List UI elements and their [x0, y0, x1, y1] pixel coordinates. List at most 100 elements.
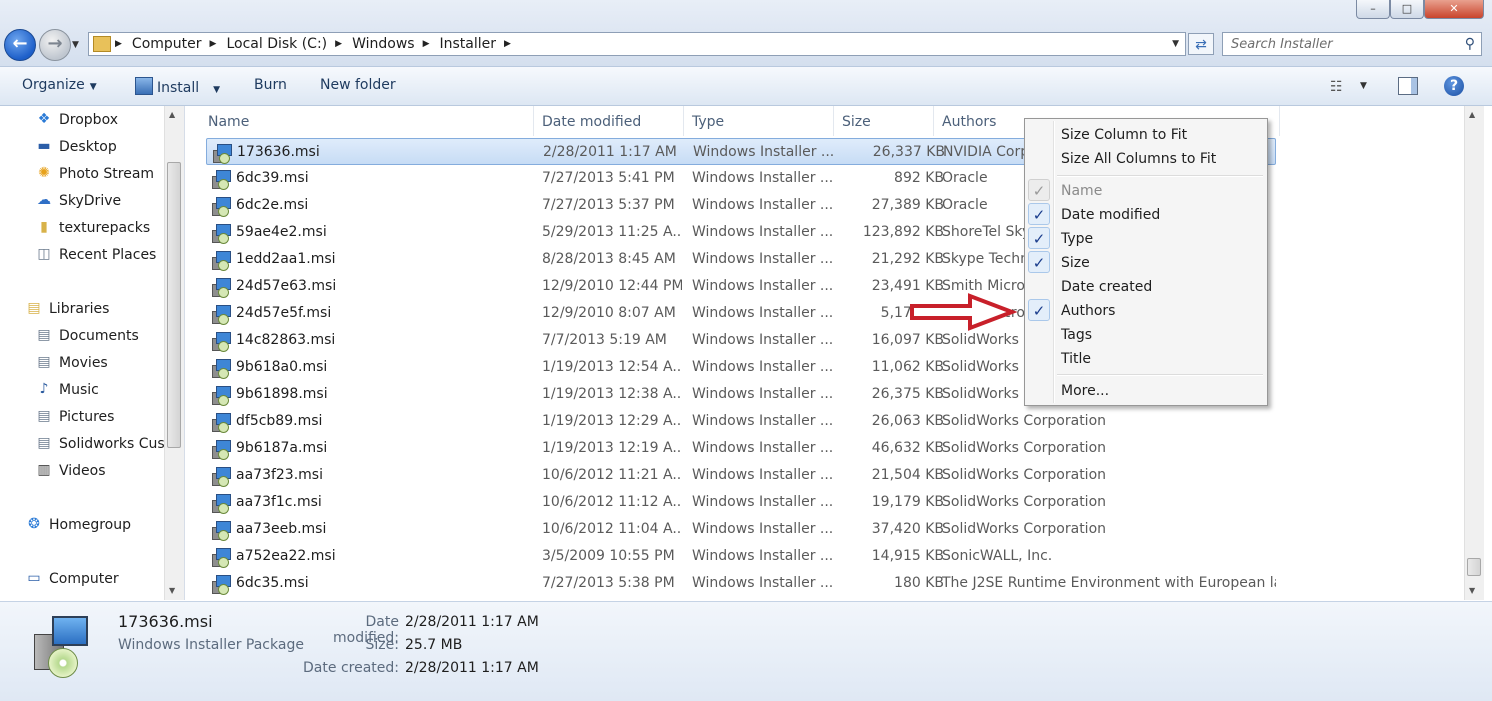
- column-header-size[interactable]: Size: [834, 106, 934, 136]
- menu-item-more[interactable]: More...: [1061, 379, 1109, 403]
- navigation-pane: ❖ Dropbox ▬ Desktop ✺ Photo Stream ☁ SkyDriv…: [0, 106, 185, 600]
- search-box[interactable]: ⚲: [1222, 32, 1482, 56]
- menu-item-column-title[interactable]: Title: [1061, 347, 1091, 371]
- change-view-icon[interactable]: ☷: [1330, 79, 1343, 95]
- cell-date: 1/19/2013 12:29 A...: [542, 413, 682, 429]
- table-row[interactable]: df5cb89.msi 1/19/2013 12:29 A... Windows I…: [206, 408, 1276, 435]
- menu-item-column-name: Name: [1061, 183, 1103, 199]
- msi-file-icon: [212, 467, 231, 487]
- menu-item-column-date-modified[interactable]: Date modified: [1061, 203, 1160, 227]
- cell-authors: The J2SE Runtime Environment with Europe…: [942, 575, 1276, 591]
- cell-size: 21,504 KB: [871, 467, 944, 483]
- cell-type: Windows Installer ...: [692, 170, 832, 186]
- folder-icon: [93, 36, 111, 52]
- search-input[interactable]: [1229, 36, 1453, 53]
- new-folder-button[interactable]: New folder: [320, 77, 396, 93]
- table-row[interactable]: 6dc35.msi 7/27/2013 5:38 PM Windows Instal…: [206, 570, 1276, 597]
- cell-size: 11,062 KB: [871, 359, 944, 375]
- cell-size: 14,915 KB: [871, 548, 944, 564]
- breadcrumb-installer[interactable]: Installer: [439, 36, 496, 52]
- table-row[interactable]: 9b6187a.msi 1/19/2013 12:19 A... Windows I…: [206, 435, 1276, 462]
- cell-date: 8/28/2013 8:45 AM: [542, 251, 676, 267]
- cell-date: 10/6/2012 11:21 A...: [542, 467, 682, 483]
- menu-item-size-all-columns-to-fit[interactable]: Size All Columns to Fit: [1061, 147, 1216, 171]
- organize-button[interactable]: Organize ▼: [22, 77, 97, 93]
- cell-size: 23,491 KB: [871, 278, 944, 294]
- help-icon[interactable]: ?: [1444, 76, 1464, 96]
- cell-size: 27,389 KB: [871, 197, 944, 213]
- address-bar-region: – □ ✕ ← → ▼ ▶ Computer ▶ Local Disk (C:)…: [0, 0, 1492, 67]
- chevron-down-icon[interactable]: ▼: [1360, 81, 1367, 91]
- msi-file-icon: [212, 386, 231, 406]
- pictures-icon: ▤: [37, 408, 51, 424]
- search-icon[interactable]: ⚲: [1465, 36, 1475, 52]
- refresh-button[interactable]: ⇄: [1188, 33, 1214, 55]
- install-button[interactable]: Install ▼: [135, 77, 220, 96]
- maximize-button[interactable]: □: [1390, 0, 1424, 19]
- cell-type: Windows Installer ...: [692, 224, 832, 240]
- menu-item-column-tags[interactable]: Tags: [1061, 323, 1092, 347]
- cell-authors: SonicWALL, Inc.: [942, 548, 1053, 564]
- breadcrumb-separator-icon[interactable]: ▶: [423, 39, 430, 49]
- command-bar: Organize ▼ Install ▼ Burn New folder ☷ ▼ ?: [0, 67, 1492, 106]
- breadcrumb-separator-icon[interactable]: ▶: [210, 39, 217, 49]
- forward-button[interactable]: →: [39, 29, 71, 61]
- breadcrumb-local-disk[interactable]: Local Disk (C:): [226, 36, 327, 52]
- scroll-up-icon[interactable]: ▲: [169, 110, 175, 119]
- breadcrumb-separator-icon[interactable]: ▶: [504, 39, 511, 49]
- checkmark-icon: ✓: [1028, 251, 1050, 273]
- table-row[interactable]: aa73f23.msi 10/6/2012 11:21 A... Windows I…: [206, 462, 1276, 489]
- checkmark-icon: ✓: [1028, 299, 1050, 321]
- cell-name: 173636.msi: [237, 144, 320, 160]
- scroll-down-icon[interactable]: ▼: [1469, 586, 1475, 595]
- menu-item-column-authors[interactable]: Authors: [1061, 299, 1115, 323]
- music-icon: ♪: [39, 381, 49, 397]
- address-field[interactable]: ▶ Computer ▶ Local Disk (C:) ▶ Windows ▶…: [88, 32, 1186, 56]
- table-row[interactable]: a752ea22.msi 3/5/2009 10:55 PM Windows Ins…: [206, 543, 1276, 570]
- breadcrumb-computer[interactable]: Computer: [132, 36, 202, 52]
- breadcrumb-separator-icon[interactable]: ▶: [335, 39, 342, 49]
- installer-icon: [135, 77, 153, 95]
- cell-type: Windows Installer ...: [692, 467, 832, 483]
- file-list-scrollbar-thumb[interactable]: [1467, 558, 1481, 576]
- breadcrumb-windows[interactable]: Windows: [352, 36, 415, 52]
- column-header-date-modified[interactable]: Date modified: [534, 106, 684, 136]
- cell-date: 7/7/2013 5:19 AM: [542, 332, 667, 348]
- close-button[interactable]: ✕: [1424, 0, 1484, 19]
- back-button[interactable]: ←: [4, 29, 36, 61]
- cell-name: 9b61898.msi: [236, 386, 328, 402]
- chevron-down-icon: ▼: [213, 85, 221, 95]
- cell-type: Windows Installer ...: [692, 251, 832, 267]
- red-arrow-annotation-icon: [910, 293, 1018, 331]
- minimize-button[interactable]: –: [1356, 0, 1390, 19]
- file-list-scrollbar[interactable]: ▲ ▼: [1464, 106, 1484, 600]
- nav-scrollbar-thumb[interactable]: [167, 162, 181, 448]
- cell-authors: SolidWorks Corporation: [942, 467, 1107, 483]
- cell-type: Windows Installer ...: [692, 494, 832, 510]
- column-header-name[interactable]: Name: [200, 106, 534, 136]
- burn-button[interactable]: Burn: [254, 77, 287, 93]
- menu-item-column-type[interactable]: Type: [1061, 227, 1093, 251]
- cell-name: aa73eeb.msi: [236, 521, 327, 537]
- details-date-created-label: Date created:: [303, 660, 399, 676]
- table-row[interactable]: aa73eeb.msi 10/6/2012 11:04 A... Windows I…: [206, 516, 1276, 543]
- msi-file-icon: [212, 575, 231, 595]
- msi-file-icon: [212, 224, 231, 244]
- cell-type: Windows Installer ...: [692, 440, 832, 456]
- table-row[interactable]: aa73f1c.msi 10/6/2012 11:12 A... Windows I…: [206, 489, 1276, 516]
- menu-item-size-column-to-fit[interactable]: Size Column to Fit: [1061, 123, 1187, 147]
- scroll-down-icon[interactable]: ▼: [169, 586, 175, 595]
- nav-scrollbar[interactable]: ▲ ▼: [164, 106, 184, 600]
- preview-pane-icon[interactable]: [1398, 77, 1418, 95]
- recent-pages-dropdown-icon[interactable]: ▼: [72, 40, 79, 50]
- cell-type: Windows Installer ...: [692, 305, 832, 321]
- menu-item-column-date-created[interactable]: Date created: [1061, 275, 1152, 299]
- column-header-type[interactable]: Type: [684, 106, 834, 136]
- menu-item-column-size[interactable]: Size: [1061, 251, 1090, 275]
- address-dropdown-icon[interactable]: ▼: [1172, 39, 1179, 49]
- cell-type: Windows Installer ...: [692, 359, 832, 375]
- cell-authors: SolidWorks Corporation: [942, 521, 1107, 537]
- details-size-label: Size:: [365, 637, 399, 653]
- breadcrumb-separator-icon[interactable]: ▶: [115, 39, 122, 49]
- scroll-up-icon[interactable]: ▲: [1469, 110, 1475, 119]
